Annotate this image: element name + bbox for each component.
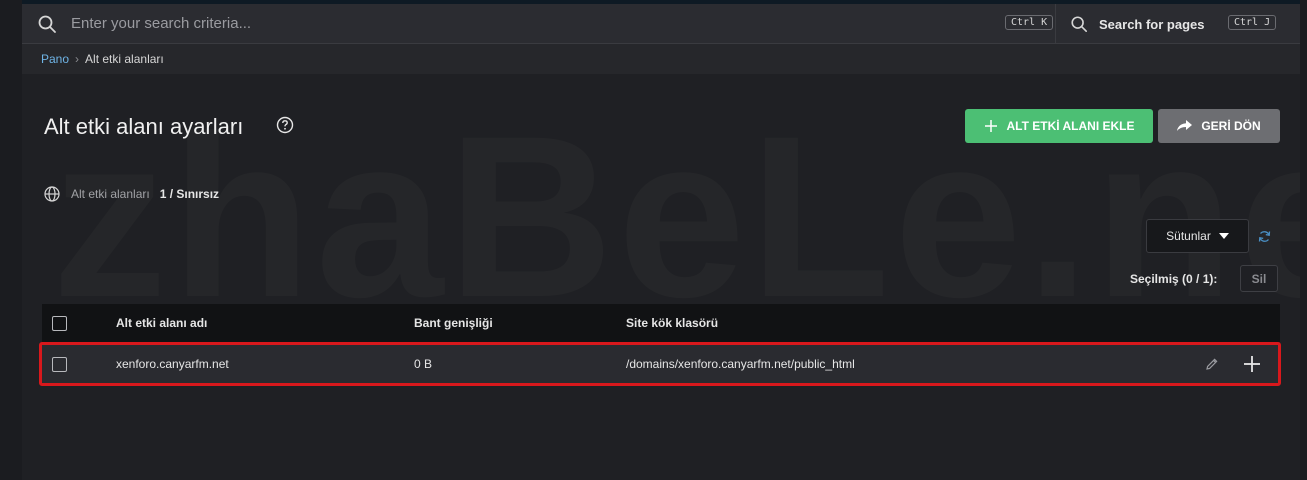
add-subdomain-label: ALT ETKİ ALANI EKLE <box>1006 119 1135 133</box>
main-content: zhaBeLe.net Alt etki alanı ayarları ALT … <box>22 74 1300 480</box>
select-all-checkbox[interactable] <box>52 315 67 331</box>
stat-value: 1 / Sınırsız <box>159 187 220 201</box>
columns-label: Sütunlar <box>1166 229 1211 243</box>
columns-dropdown-button[interactable]: Sütunlar <box>1146 219 1249 253</box>
delete-button[interactable]: Sil <box>1240 265 1278 292</box>
left-gutter <box>0 0 22 480</box>
plus-icon[interactable] <box>1243 355 1261 373</box>
globe-icon <box>44 186 60 202</box>
back-label: GERİ DÖN <box>1201 119 1261 133</box>
select-all-cell <box>52 304 67 342</box>
table-row[interactable]: xenforo.canyarfm.net 0 B /domains/xenfor… <box>42 345 1280 383</box>
stat-label: Alt etki alanları <box>71 187 150 201</box>
search-divider <box>1055 4 1056 44</box>
add-subdomain-button[interactable]: ALT ETKİ ALANI EKLE <box>965 109 1153 143</box>
row-select-cell <box>52 345 67 383</box>
row-checkbox[interactable] <box>52 356 67 372</box>
global-search-bar: Ctrl K Search for pages Ctrl J <box>22 4 1300 44</box>
breadcrumb-separator: › <box>75 52 80 66</box>
page-title: Alt etki alanı ayarları <box>44 114 244 139</box>
search-pages-button[interactable]: Search for pages <box>1070 4 1205 44</box>
caret-down-icon <box>1218 233 1229 239</box>
subdomain-usage-stat: Alt etki alanları 1 / Sınırsız <box>44 186 219 202</box>
column-header-root[interactable]: Site kök klasörü <box>626 304 718 342</box>
right-gutter <box>1300 0 1307 480</box>
breadcrumb: Pano › Alt etki alanları <box>22 44 1300 74</box>
help-icon[interactable] <box>276 116 294 134</box>
search-icon <box>1071 16 1088 33</box>
pencil-icon[interactable] <box>1205 357 1219 371</box>
pages-shortcut-hint: Ctrl J <box>1228 15 1277 30</box>
breadcrumb-home-link[interactable]: Pano <box>41 52 69 66</box>
row-actions <box>1205 345 1261 383</box>
search-shortcut-hint: Ctrl K <box>1005 15 1054 30</box>
row-subdomain-name: xenforo.canyarfm.net <box>116 357 229 371</box>
selection-count: Seçilmiş (0 / 1): <box>1130 272 1218 286</box>
search-icon <box>38 15 56 33</box>
share-arrow-icon <box>1177 120 1193 131</box>
search-input[interactable] <box>71 15 971 32</box>
breadcrumb-current: Alt etki alanları <box>85 52 164 66</box>
table-header: Alt etki alanı adı Bant genişliği Site k… <box>42 304 1280 342</box>
column-header-bandwidth[interactable]: Bant genişliği <box>414 304 493 342</box>
row-bandwidth: 0 B <box>414 357 433 371</box>
plus-icon <box>984 120 997 132</box>
back-button[interactable]: GERİ DÖN <box>1158 109 1280 143</box>
search-pages-label: Search for pages <box>1099 16 1205 32</box>
refresh-icon[interactable] <box>1258 230 1271 243</box>
row-root-folder: /domains/xenforo.canyarfm.net/public_htm… <box>626 357 855 371</box>
column-header-name[interactable]: Alt etki alanı adı <box>116 304 207 342</box>
